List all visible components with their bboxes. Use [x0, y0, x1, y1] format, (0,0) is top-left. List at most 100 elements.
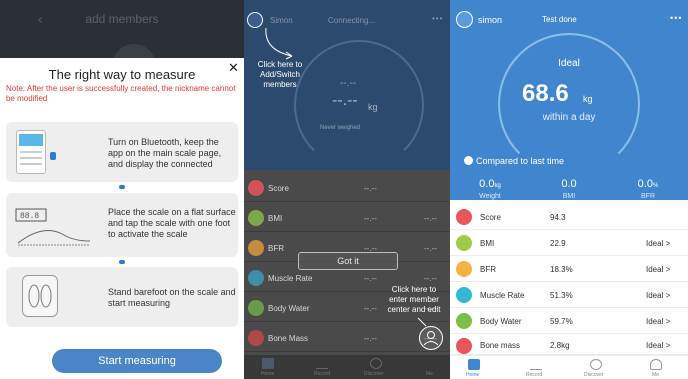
stat-label: BFR	[641, 193, 655, 200]
stat-value: 0.0	[637, 178, 653, 190]
more-dots-icon[interactable]: •••	[432, 14, 443, 23]
metric-status: Ideal >	[646, 317, 671, 326]
member-center-hint: Click here to enter member center and ed…	[387, 285, 441, 314]
metric-name: Score	[480, 213, 501, 222]
metric-name: Body Water	[268, 304, 310, 313]
step-card-barefoot: Stand barefoot on the scale and start me…	[6, 267, 238, 327]
weight-value: --.--	[332, 92, 358, 109]
weight-gauge-ring	[498, 33, 640, 175]
metric-name: Muscle Rate	[480, 291, 525, 300]
muscle-rate-icon	[248, 270, 264, 286]
nickname-note: Note: After the user is successfully cre…	[6, 84, 236, 103]
got-it-button[interactable]: Got it	[298, 252, 398, 270]
more-dots-icon[interactable]: •••	[670, 13, 682, 23]
metric-name: Bone mass	[480, 341, 521, 350]
metric-row[interactable]: Score --.--	[244, 175, 450, 202]
metric-value: --.--	[364, 184, 377, 193]
step-separator-dot	[119, 260, 125, 264]
weight-rating: Ideal	[558, 58, 580, 69]
metric-row[interactable]: Score 94.3	[450, 204, 688, 230]
record-icon[interactable]	[316, 358, 328, 369]
weight-period: within a day	[542, 112, 596, 123]
discover-icon[interactable]	[590, 359, 602, 370]
switch-member-hint: Click here to Add/Switch members	[257, 60, 303, 89]
person-icon[interactable]	[650, 359, 662, 370]
weight-unit: kg	[368, 102, 378, 112]
home-icon[interactable]	[262, 358, 274, 369]
metric-name: BMI	[480, 239, 495, 248]
metric-value: --.--	[364, 334, 377, 343]
person-icon	[423, 331, 439, 346]
bfr-icon	[456, 261, 472, 277]
weight-gauge-ring	[294, 40, 424, 170]
bluetooth-icon	[50, 152, 56, 160]
metric-row[interactable]: BMI 22.9 Ideal >	[450, 230, 688, 256]
start-measuring-button[interactable]: Start measuring	[52, 349, 222, 373]
compare-icon	[464, 156, 473, 165]
barefoot-scale-illustration	[22, 275, 58, 317]
tab-me[interactable]: Me	[652, 372, 659, 378]
page-title: add members	[85, 12, 159, 26]
metric-status: Ideal >	[646, 239, 671, 248]
body-water-icon	[456, 313, 472, 329]
metric-value: 18.3%	[550, 265, 573, 274]
scale-foot-tap-illustration: 88.8	[15, 208, 91, 246]
avatar[interactable]	[456, 11, 473, 28]
stat-unit: %	[652, 183, 659, 189]
tab-bar: Home Record Discover Me	[450, 355, 688, 379]
metric-value: 22.9	[550, 239, 566, 248]
user-name: simon	[478, 15, 503, 25]
metric-name: Muscle Rate	[268, 274, 313, 283]
metric-value: --.--	[364, 214, 377, 223]
step-separator-dot	[119, 185, 125, 189]
stat-bmi: 0.0 BMI	[539, 174, 599, 200]
metric-value: --.--	[364, 304, 377, 313]
connection-status: Connecting...	[328, 16, 376, 25]
metric-row[interactable]: BMI --.-- --.--	[244, 205, 450, 232]
metric-row[interactable]: Bone mass 2.8kg Ideal >	[450, 334, 688, 355]
tab-me[interactable]: Me	[426, 371, 433, 377]
hint-arrow-icon	[265, 27, 293, 60]
stat-value: 0.0	[561, 178, 577, 190]
test-status: Test done	[542, 15, 577, 24]
metric-name: BMI	[268, 214, 283, 223]
metric-status: Ideal >	[646, 265, 671, 274]
tab-record[interactable]: Record	[314, 371, 330, 377]
home-icon[interactable]	[468, 359, 480, 370]
metric-name: Bone Mass	[268, 334, 309, 343]
step-card-activate: 88.8 Place the scale on a flat surface a…	[6, 193, 238, 257]
record-icon[interactable]	[530, 359, 542, 370]
metric-value: 94.3	[550, 213, 566, 222]
weight-value: 68.6	[522, 80, 569, 107]
tab-record[interactable]: Record	[526, 372, 542, 378]
test-done-panel: simon Test done ••• Ideal 68.6 kg within…	[450, 0, 688, 379]
me-highlight[interactable]	[419, 326, 443, 350]
metric-row[interactable]: Muscle Rate 51.3% Ideal >	[450, 282, 688, 308]
bone-mass-icon	[456, 338, 472, 354]
compare-label: Compared to last time	[476, 156, 565, 166]
body-water-icon	[248, 300, 264, 316]
metric-value: 51.3%	[550, 291, 573, 300]
avatar[interactable]	[247, 12, 263, 28]
metric-row[interactable]: Body Water 59.7% Ideal >	[450, 308, 688, 334]
metric-name: BFR	[268, 244, 284, 253]
tab-bar: Home Record Discover Me	[244, 355, 450, 379]
metric-value: 2.8kg	[550, 341, 570, 350]
weight-previous: --.--	[340, 78, 357, 89]
tab-home[interactable]: Home	[466, 372, 479, 378]
tab-discover[interactable]: Discover	[364, 371, 383, 377]
discover-icon[interactable]	[370, 358, 382, 369]
muscle-rate-icon	[456, 287, 472, 303]
step-text: Place the scale on a flat surface and ta…	[108, 207, 236, 239]
tab-discover[interactable]: Discover	[584, 372, 603, 378]
user-name: Simon	[270, 16, 293, 25]
metric-value: --.--	[364, 274, 377, 283]
bone-mass-icon	[248, 330, 264, 346]
metric-name: Body Water	[480, 317, 522, 326]
stat-bfr: 0.0% BFR	[618, 174, 678, 200]
tab-home[interactable]: Home	[261, 371, 274, 377]
scale-readout: 88.8	[20, 212, 39, 221]
metric-row[interactable]: BFR 18.3% Ideal >	[450, 256, 688, 282]
connecting-panel: Simon Connecting... ••• --.-- --.-- kg N…	[244, 0, 450, 379]
weight-unit: kg	[583, 94, 593, 104]
